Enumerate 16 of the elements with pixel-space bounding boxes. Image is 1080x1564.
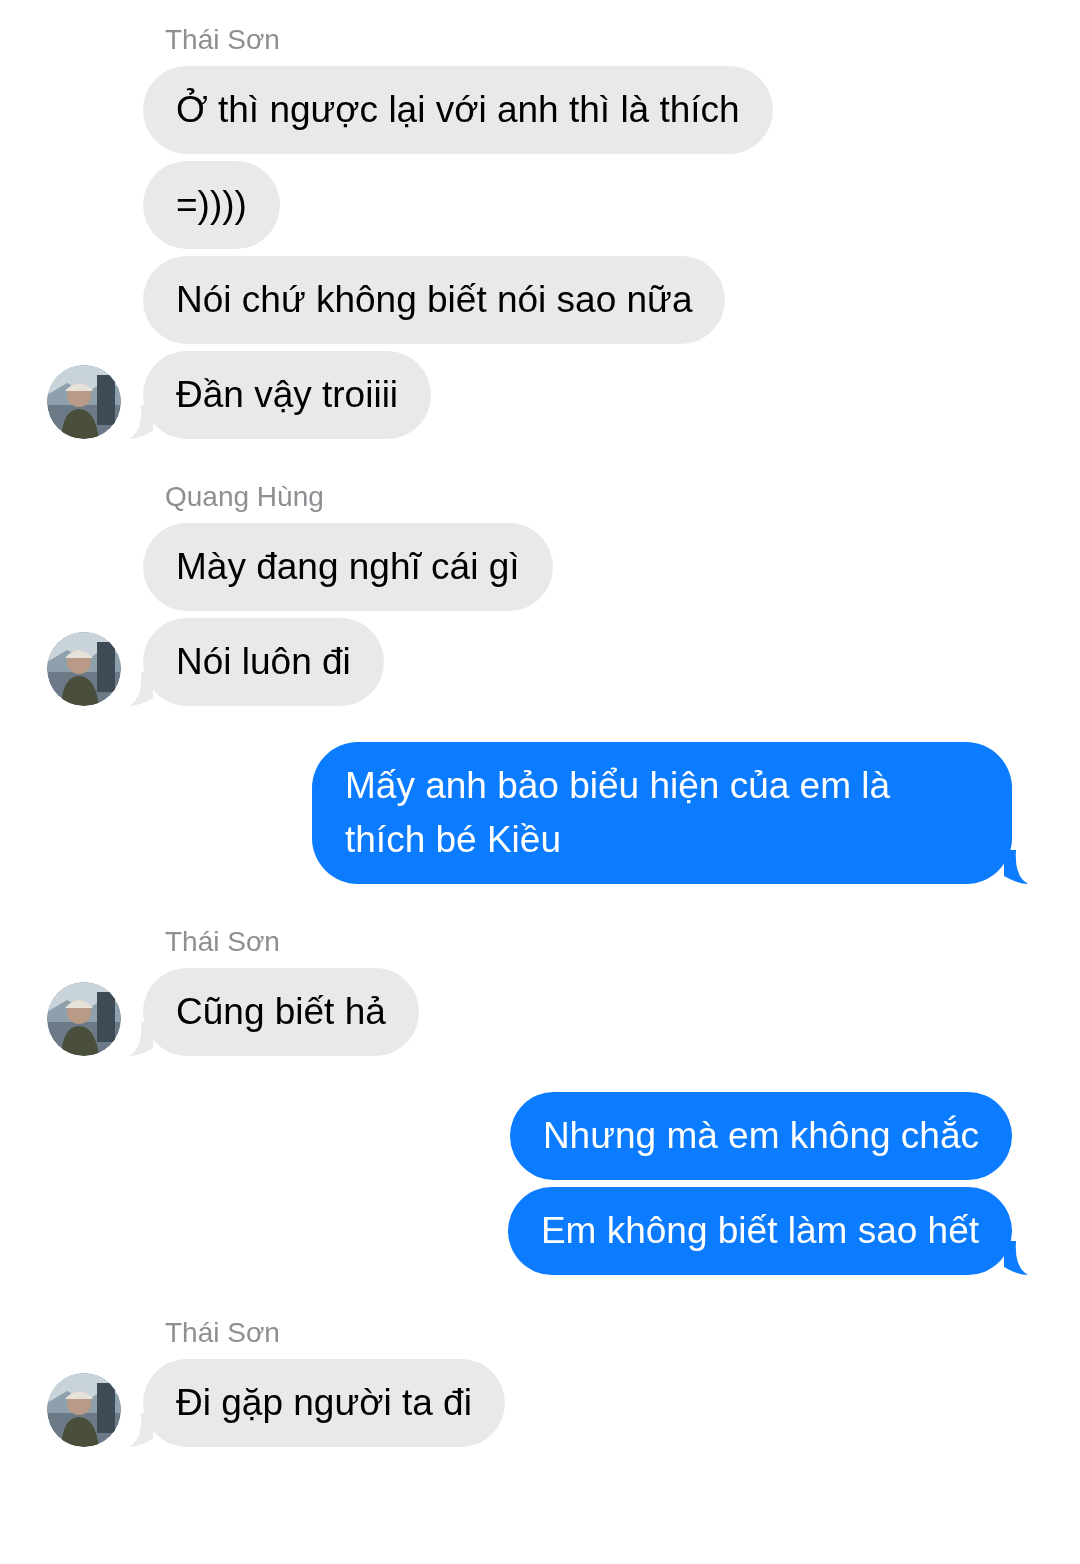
message-bubble: Nói chứ không biết nói sao nữa xyxy=(143,256,726,344)
message-bubble: Đần vậy troiiii xyxy=(143,351,432,439)
sender-name: Thái Sơn xyxy=(165,925,281,959)
message-bubble: Mấy anh bảo biểu hiện của em là thích bé Kiều xyxy=(312,742,1012,884)
message-bubble: =)))) xyxy=(143,161,280,249)
message-bubble: Ở thì ngược lại với anh thì là thích xyxy=(143,66,773,154)
message-bubble: Cũng biết hả xyxy=(143,968,419,1056)
bubble-tail xyxy=(1004,850,1028,884)
sender-name: Thái Sơn xyxy=(165,1316,281,1350)
message-bubble: Nhưng mà em không chắc xyxy=(509,1092,1012,1180)
sender-name: Quang Hùng xyxy=(165,480,325,514)
message-bubble: Nói luôn đi xyxy=(143,618,384,706)
message-bubble: Mày đang nghĩ cái gì xyxy=(143,523,553,611)
sender-name: Thái Sơn xyxy=(165,23,281,57)
message-bubble: Em không biết làm sao hết xyxy=(507,1187,1012,1275)
message-bubble: Đi gặp người ta đi xyxy=(143,1359,505,1447)
